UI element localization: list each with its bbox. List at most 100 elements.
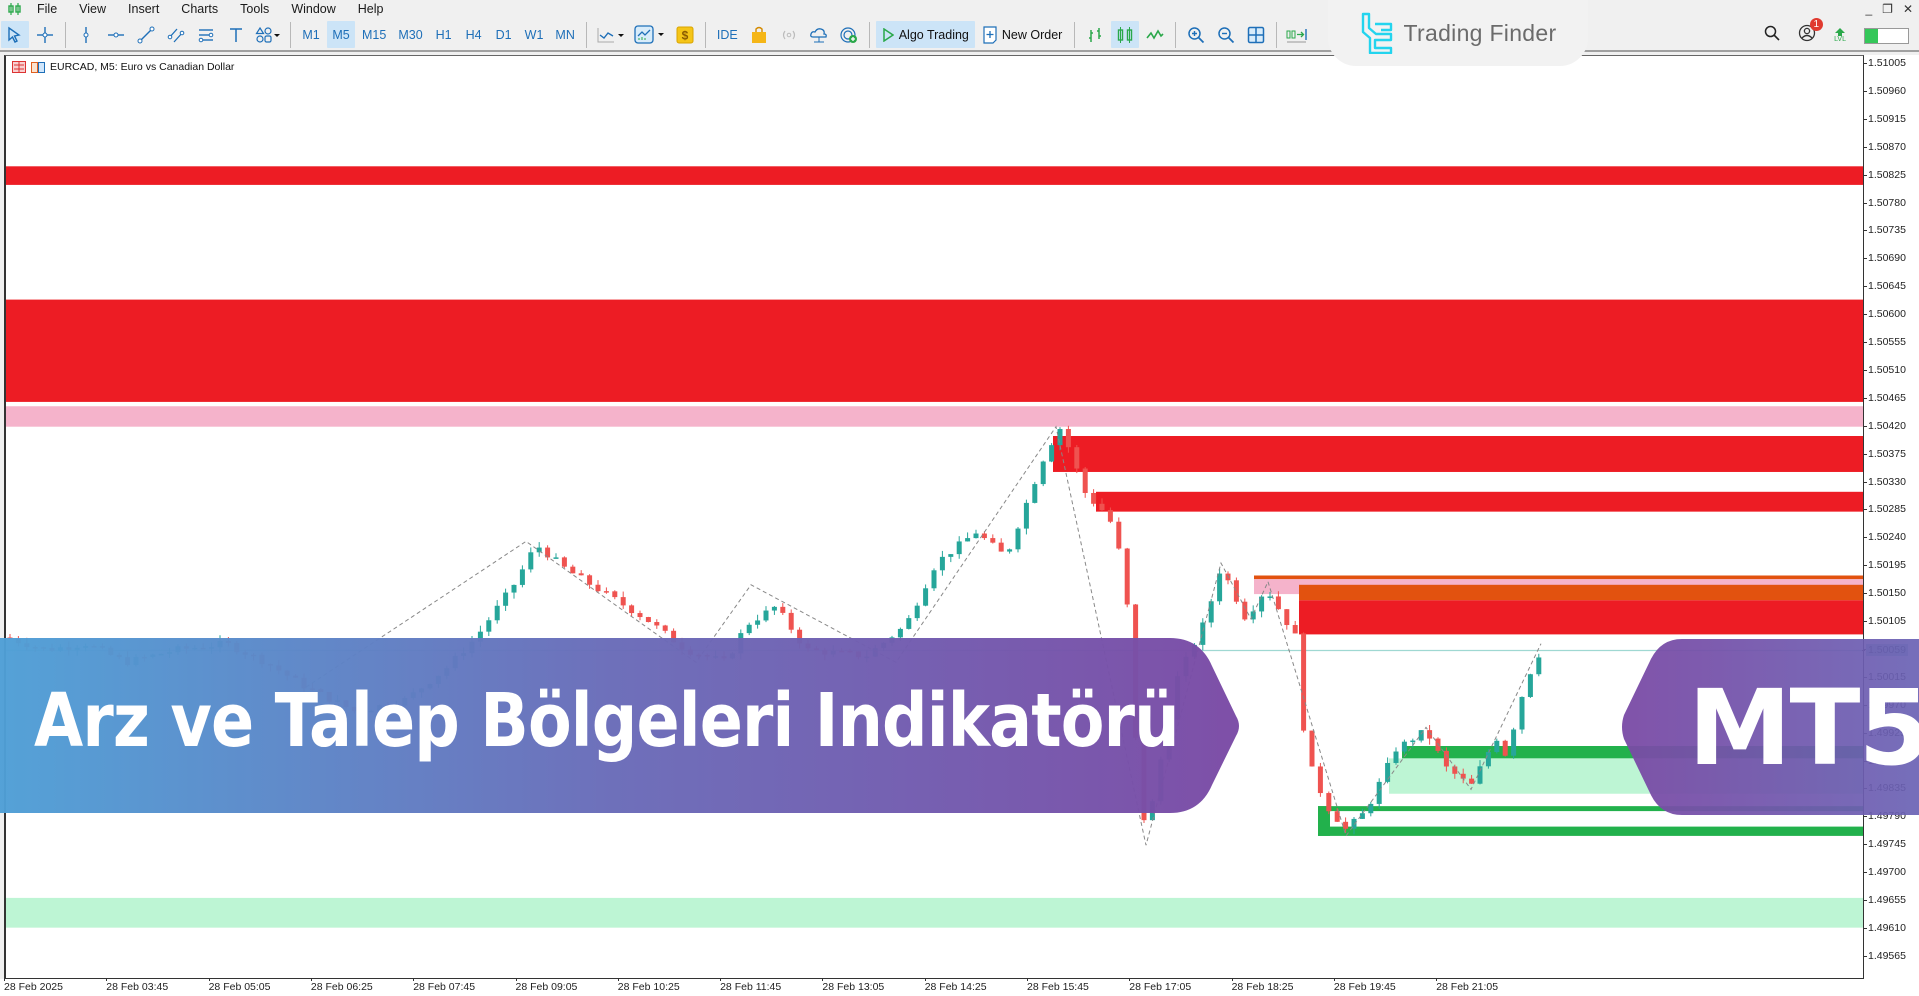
bearish-candle — [1469, 778, 1475, 784]
text-tool-button[interactable] — [222, 21, 250, 48]
bullish-candle — [494, 605, 500, 621]
market-shop-button[interactable] — [745, 21, 773, 48]
bearish-candle — [1099, 503, 1105, 511]
menu-help[interactable]: Help — [347, 0, 395, 18]
shapes-tool-button[interactable] — [252, 21, 284, 48]
bearish-candle — [587, 575, 593, 585]
bearish-candle — [1326, 793, 1332, 812]
timeframe-m1[interactable]: M1 — [297, 21, 325, 48]
supply-zone — [1053, 436, 1863, 472]
menu-insert[interactable]: Insert — [117, 0, 170, 18]
algo-trading-button[interactable]: Algo Trading — [875, 21, 975, 48]
bearish-candle — [1309, 730, 1315, 767]
cursor-tool-button[interactable] — [1, 21, 29, 48]
indicators-dropdown-button[interactable] — [593, 21, 629, 48]
level-label: LVL — [1834, 35, 1846, 43]
demand-zone — [6, 897, 1863, 928]
signal-broadcast-icon — [782, 30, 795, 39]
timeframe-m30[interactable]: M30 — [393, 21, 427, 48]
signals-button[interactable] — [775, 21, 803, 48]
minimize-icon[interactable]: _ — [1865, 0, 1872, 18]
bullish-candle — [1032, 484, 1038, 503]
chart-template-dropdown-button[interactable] — [631, 21, 669, 48]
channel-tool-button[interactable] — [162, 21, 190, 48]
bullish-candle — [1057, 429, 1063, 446]
bearish-candle — [654, 622, 660, 626]
fibonacci-tool-button[interactable] — [192, 21, 220, 48]
vertical-line-tool-button[interactable] — [72, 21, 100, 48]
supply-zone — [1254, 575, 1863, 580]
bearish-candle — [1275, 596, 1281, 610]
timeframe-h1[interactable]: H1 — [430, 21, 458, 48]
bar-chart-button[interactable] — [1081, 21, 1109, 48]
text-icon — [230, 27, 242, 42]
bullish-candle — [1049, 445, 1055, 462]
price-axis[interactable]: 1.51005 1.50960 1.50915 1.50870 1.50825 1.507… — [1862, 55, 1919, 979]
bullish-candle — [973, 533, 979, 539]
vertical-line-icon — [83, 26, 89, 43]
zoom-out-button[interactable] — [1212, 21, 1240, 48]
bullish-candle — [931, 570, 937, 589]
toolbar-separator — [704, 21, 706, 48]
menu-view[interactable]: View — [68, 0, 117, 18]
time-tick-label: 28 Feb 19:45 — [1333, 978, 1396, 993]
timeframe-d1[interactable]: D1 — [490, 21, 518, 48]
toolbar-separator — [585, 21, 587, 48]
bearish-candle — [603, 591, 609, 593]
menu-tools[interactable]: Tools — [229, 0, 280, 18]
candlestick-chart-button[interactable] — [1111, 21, 1140, 48]
chart-shift-button[interactable] — [1283, 21, 1311, 48]
close-icon[interactable]: ✕ — [1903, 0, 1913, 18]
bearish-candle — [981, 533, 987, 539]
toolbar-separator — [1074, 21, 1076, 48]
ide-button[interactable]: IDE — [712, 21, 743, 48]
market-button[interactable]: $ — [671, 21, 699, 48]
price-tick-label: 1.50465 — [1864, 391, 1906, 404]
level-indicator[interactable]: LVL — [1834, 27, 1846, 44]
menu-charts[interactable]: Charts — [170, 0, 229, 18]
toolbar-separator — [1175, 21, 1177, 48]
time-tick-label: 28 Feb 11:45 — [720, 978, 782, 993]
horizontal-line-tool-button[interactable] — [102, 21, 130, 48]
vps-button[interactable] — [805, 21, 833, 48]
menu-file[interactable]: File — [26, 0, 68, 18]
price-tick-label: 1.49745 — [1864, 838, 1906, 851]
zoom-in-button[interactable] — [1182, 21, 1210, 48]
bullish-candle — [503, 592, 509, 606]
trading-finder-brand: Trading Finder — [1328, 0, 1588, 66]
new-order-button[interactable]: New Order — [977, 21, 1068, 48]
search-button[interactable] — [1764, 25, 1780, 46]
bullish-candle — [1536, 657, 1542, 675]
demand-zone — [1318, 826, 1863, 836]
timeframe-w1[interactable]: W1 — [520, 21, 549, 48]
time-axis[interactable]: 28 Feb 2025 28 Feb 03:45 28 Feb 05:05 28 Fe… — [0, 978, 1919, 996]
bullish-candle — [528, 552, 534, 570]
timeframe-h4[interactable]: H4 — [460, 21, 488, 48]
restore-icon[interactable]: ❐ — [1882, 0, 1893, 18]
account-notifications-button[interactable]: 1 — [1798, 18, 1824, 47]
toolbar-separator — [290, 21, 291, 48]
timeframe-mn[interactable]: MN — [550, 21, 579, 48]
bearish-candle — [629, 605, 635, 614]
trendline-tool-button[interactable] — [132, 21, 160, 48]
add-account-button[interactable] — [835, 21, 863, 48]
bullish-candle — [1410, 740, 1416, 743]
timeframe-m15[interactable]: M15 — [357, 21, 391, 48]
zoom-out-icon — [1218, 26, 1235, 43]
line-chart-button[interactable] — [1141, 21, 1169, 48]
bearish-candle — [620, 597, 626, 606]
price-tick-label: 1.51005 — [1864, 57, 1906, 69]
bullish-candle — [755, 620, 761, 625]
timeframe-m5[interactable]: M5 — [327, 21, 355, 48]
bar-chart-icon — [1089, 27, 1102, 42]
time-tick-label: 28 Feb 05:05 — [208, 978, 271, 993]
menu-window[interactable]: Window — [280, 0, 346, 18]
tile-windows-button[interactable] — [1242, 21, 1270, 48]
price-tick-label: 1.50240 — [1864, 531, 1906, 544]
price-tick-label: 1.50825 — [1864, 168, 1906, 181]
notification-count-badge: 1 — [1809, 18, 1824, 31]
chart-area[interactable]: EURCAD, M5: Euro vs Canadian Dollar — [4, 55, 1864, 979]
price-tick-label: 1.50645 — [1864, 280, 1906, 293]
bearish-candle — [1343, 821, 1349, 829]
crosshair-tool-button[interactable] — [31, 21, 59, 48]
